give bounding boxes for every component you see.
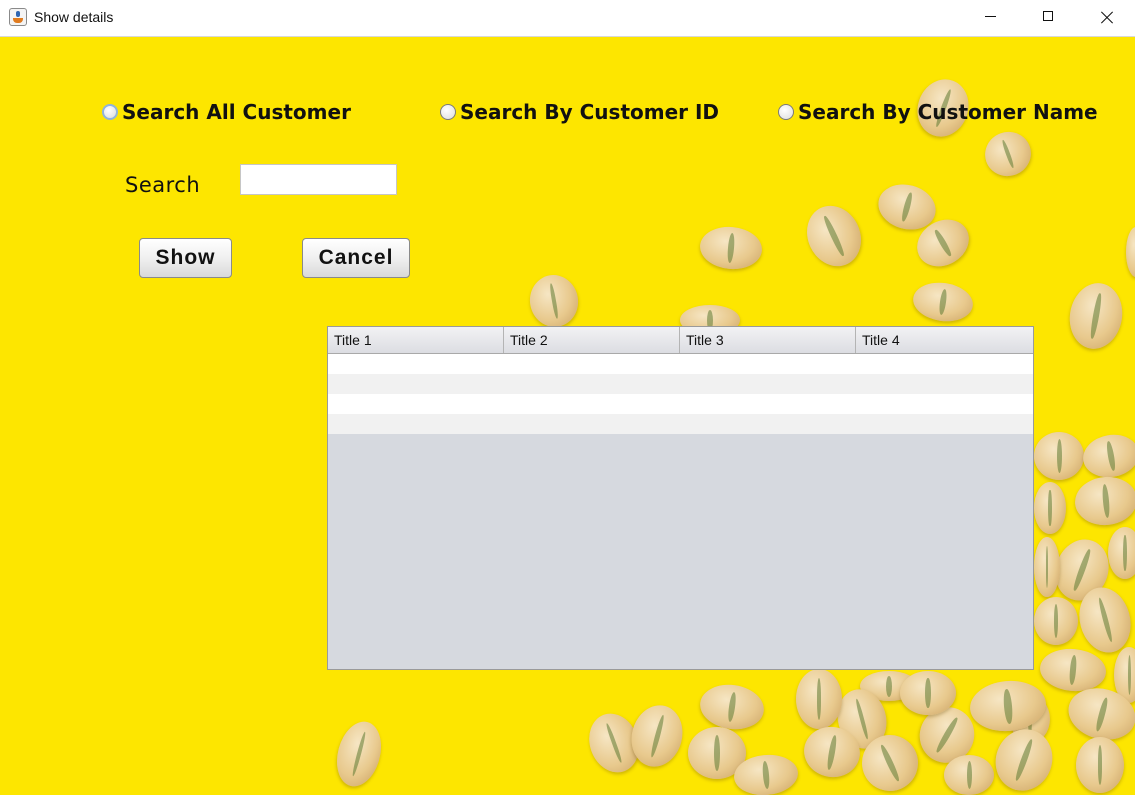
radio-search-by-name[interactable]: Search By Customer Name (778, 99, 1098, 125)
table-row[interactable] (328, 394, 1033, 414)
show-button[interactable]: Show (139, 238, 232, 278)
minimize-icon[interactable] (962, 0, 1020, 36)
java-app-icon (9, 8, 27, 26)
column-header-title-2[interactable]: Title 2 (504, 327, 680, 353)
radio-button[interactable] (102, 104, 118, 120)
search-label: Search (125, 173, 201, 197)
content-panel: Search All Customer Search By Customer I… (0, 37, 1135, 795)
radio-search-all[interactable]: Search All Customer (102, 99, 351, 125)
radio-label-search-all: Search All Customer (122, 100, 351, 124)
radio-button[interactable] (440, 104, 456, 120)
radio-label-search-by-name: Search By Customer Name (798, 100, 1098, 124)
table-row[interactable] (328, 414, 1033, 434)
close-icon[interactable] (1078, 0, 1135, 36)
table-row[interactable] (328, 374, 1033, 394)
radio-button[interactable] (778, 104, 794, 120)
maximize-icon[interactable] (1020, 0, 1078, 36)
cancel-button[interactable]: Cancel (302, 238, 410, 278)
radio-label-search-by-id: Search By Customer ID (460, 100, 720, 124)
column-header-title-4[interactable]: Title 4 (856, 327, 1033, 353)
search-input[interactable] (240, 164, 397, 195)
window-titlebar: Show details (0, 0, 1135, 37)
table-row[interactable] (328, 354, 1033, 374)
table-header: Title 1 Title 2 Title 3 Title 4 (328, 327, 1033, 354)
column-header-title-1[interactable]: Title 1 (328, 327, 504, 353)
window-title: Show details (34, 9, 114, 25)
column-header-title-3[interactable]: Title 3 (680, 327, 856, 353)
radio-search-by-id[interactable]: Search By Customer ID (440, 99, 719, 125)
customer-table[interactable]: Title 1 Title 2 Title 3 Title 4 (327, 326, 1034, 670)
